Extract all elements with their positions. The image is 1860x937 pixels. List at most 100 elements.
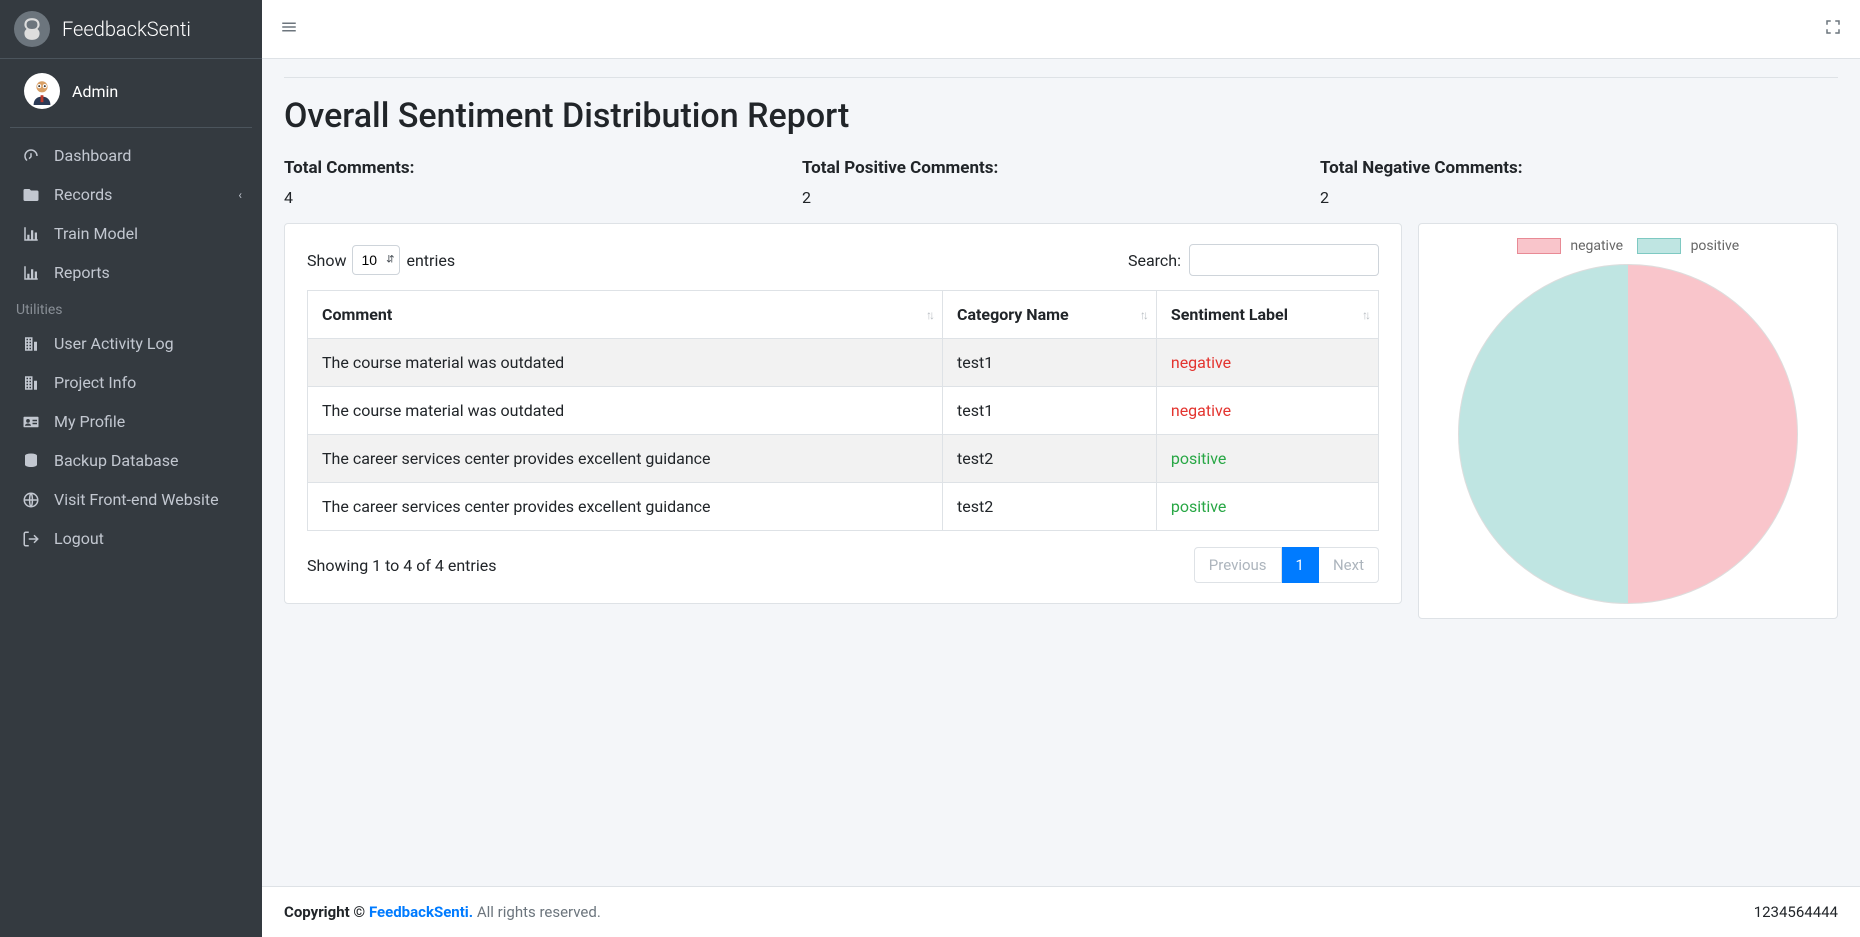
cell-sentiment: positive (1156, 483, 1378, 531)
page-title: Overall Sentiment Distribution Report (284, 96, 1838, 136)
building-icon (20, 335, 42, 353)
page-number-button[interactable]: 1 (1282, 547, 1319, 583)
chart-card: negative positive (1418, 223, 1838, 619)
length-select[interactable]: 10 (352, 245, 400, 275)
search-control: Search: (1128, 244, 1379, 276)
table-row: The career services center provides exce… (308, 483, 1379, 531)
sidebar-item-user-activity-log[interactable]: User Activity Log (8, 324, 254, 363)
cell-sentiment: positive (1156, 435, 1378, 483)
table-row: The career services center provides exce… (308, 435, 1379, 483)
col-category[interactable]: Category Name ↑↓ (942, 291, 1156, 339)
col-label: Category Name (957, 305, 1069, 324)
col-comment[interactable]: Comment ↑↓ (308, 291, 943, 339)
cell-category: test2 (942, 435, 1156, 483)
sidebar-item-label: Visit Front-end Website (54, 490, 219, 509)
sidebar-item-visit-frontend[interactable]: Visit Front-end Website (8, 480, 254, 519)
stat-value: 2 (802, 188, 1320, 207)
length-control: Show 10 entries (307, 245, 455, 275)
nav-main: Dashboard Records ‹ Train Model Reports … (0, 128, 262, 566)
sidebar-item-train-model[interactable]: Train Model (8, 214, 254, 253)
stat-positive: Total Positive Comments: 2 (802, 158, 1320, 207)
menu-toggle-icon[interactable] (280, 18, 298, 41)
logout-icon (20, 530, 42, 548)
chart-legend: negative positive (1433, 238, 1823, 254)
stat-label: Total Positive Comments: (802, 158, 1320, 178)
cell-category: test1 (942, 387, 1156, 435)
page-prev-button[interactable]: Previous (1194, 547, 1282, 583)
folder-icon (20, 186, 42, 204)
globe-icon (20, 491, 42, 509)
app-footer: Copyright © FeedbackSenti. All rights re… (262, 886, 1860, 937)
sort-icon: ↑↓ (926, 308, 932, 322)
sidebar-item-label: Train Model (54, 224, 138, 243)
stat-value: 4 (284, 188, 802, 207)
sidebar-item-backup-database[interactable]: Backup Database (8, 441, 254, 480)
sidebar-item-label: Backup Database (54, 451, 179, 470)
brand[interactable]: FeedbackSenti (0, 0, 262, 59)
topbar (262, 0, 1860, 59)
main: Overall Sentiment Distribution Report To… (262, 0, 1860, 937)
chevron-left-icon: ‹ (238, 188, 242, 202)
sort-icon: ↑↓ (1140, 308, 1146, 322)
pie-wrap (1433, 264, 1823, 604)
stat-label: Total Comments: (284, 158, 802, 178)
length-entries-label: entries (406, 251, 455, 270)
pagination: Previous 1 Next (1194, 547, 1379, 583)
sidebar-item-reports[interactable]: Reports (8, 253, 254, 292)
database-icon (20, 452, 42, 470)
table-card: Show 10 entries Search: (284, 223, 1402, 604)
table-row: The course material was outdatedtest1neg… (308, 387, 1379, 435)
sidebar-item-label: Dashboard (54, 146, 131, 165)
sidebar-item-logout[interactable]: Logout (8, 519, 254, 558)
legend-label: negative (1570, 238, 1623, 254)
pie-chart (1458, 264, 1798, 604)
col-sentiment[interactable]: Sentiment Label ↑↓ (1156, 291, 1378, 339)
table-controls: Show 10 entries Search: (307, 244, 1379, 276)
sidebar-item-my-profile[interactable]: My Profile (8, 402, 254, 441)
length-show-label: Show (307, 251, 346, 270)
stat-negative: Total Negative Comments: 2 (1320, 158, 1838, 207)
sort-icon: ↑↓ (1362, 308, 1368, 322)
col-label: Sentiment Label (1171, 305, 1288, 324)
legend-item-negative: negative (1517, 238, 1623, 254)
user-panel[interactable]: Admin (10, 59, 252, 128)
legend-item-positive: positive (1637, 238, 1739, 254)
cell-category: test1 (942, 339, 1156, 387)
swatch-positive (1637, 238, 1681, 254)
cell-comment: The course material was outdated (308, 387, 943, 435)
sidebar-item-label: Reports (54, 263, 110, 282)
cell-comment: The career services center provides exce… (308, 435, 943, 483)
cell-comment: The course material was outdated (308, 339, 943, 387)
datatable: Comment ↑↓ Category Name ↑↓ Sentiment La… (307, 290, 1379, 531)
panels: Show 10 entries Search: (284, 223, 1838, 619)
stat-label: Total Negative Comments: (1320, 158, 1838, 178)
table-info: Showing 1 to 4 of 4 entries (307, 556, 496, 575)
content: Overall Sentiment Distribution Report To… (262, 59, 1860, 886)
brand-logo-icon (14, 11, 50, 47)
sidebar-item-records[interactable]: Records ‹ (8, 175, 254, 214)
footer-brand-link[interactable]: FeedbackSenti. (369, 903, 473, 921)
footer-copyright: Copyright © (284, 903, 365, 921)
footer-right-text: 1234564444 (1754, 903, 1838, 921)
sidebar-item-dashboard[interactable]: Dashboard (8, 136, 254, 175)
table-footer: Showing 1 to 4 of 4 entries Previous 1 N… (307, 547, 1379, 583)
brand-name: FeedbackSenti (62, 17, 191, 41)
cell-comment: The career services center provides exce… (308, 483, 943, 531)
cell-category: test2 (942, 483, 1156, 531)
page-next-button[interactable]: Next (1319, 547, 1379, 583)
sidebar-item-project-info[interactable]: Project Info (8, 363, 254, 402)
sidebar-item-label: Records (54, 185, 112, 204)
chart-icon (20, 225, 42, 243)
divider (284, 77, 1838, 78)
sidebar-item-label: Logout (54, 529, 104, 548)
search-input[interactable] (1189, 244, 1379, 276)
search-label: Search: (1128, 251, 1181, 270)
nav-header-utilities: Utilities (8, 292, 254, 324)
cell-sentiment: negative (1156, 339, 1378, 387)
sidebar: FeedbackSenti Admin Dashboard Records ‹ … (0, 0, 262, 937)
footer-rights: All rights reserved. (477, 903, 601, 921)
stat-value: 2 (1320, 188, 1838, 207)
building-icon (20, 374, 42, 392)
swatch-negative (1517, 238, 1561, 254)
fullscreen-icon[interactable] (1824, 18, 1842, 40)
